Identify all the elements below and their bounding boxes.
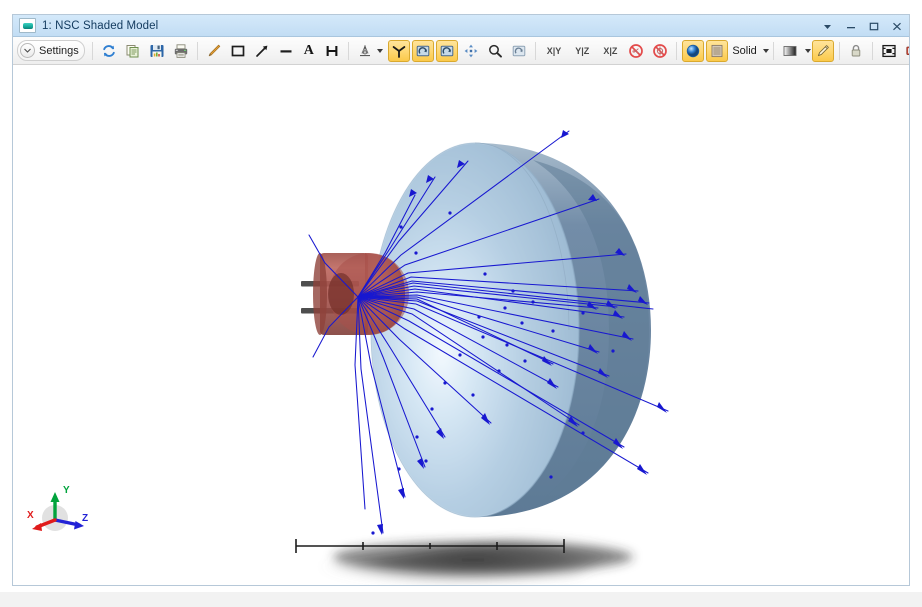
settings-button[interactable]: Settings (17, 40, 85, 61)
shaded-box-button[interactable] (706, 39, 729, 62)
dropdown-arrow-icon[interactable] (821, 19, 834, 33)
hide-rays-button[interactable] (625, 40, 647, 62)
shaded-sphere-button[interactable] (682, 39, 705, 62)
line-icon (280, 49, 292, 52)
screenshot-icon (906, 46, 909, 55)
reset-view-icon (512, 45, 526, 56)
refresh-icon (103, 44, 115, 57)
toolbar-separator (871, 41, 873, 60)
axis-label-z: Z (82, 513, 88, 524)
view-xy-label: X|Y (546, 45, 562, 56)
viewport-icon (19, 18, 36, 33)
print-icon (174, 43, 187, 58)
nsc-shaded-model-window: 1: NSC Shaded Model Settings A X|Y Y|Z X… (12, 14, 910, 586)
toolbar-separator (676, 41, 678, 60)
screenshot-button[interactable] (902, 40, 909, 62)
dimension-icon (326, 45, 338, 56)
pan-icon (464, 44, 478, 57)
solid-dropdown-label[interactable]: Solid (729, 45, 759, 57)
rotate-3d-icon (392, 45, 406, 58)
ground-shadow (313, 535, 633, 585)
text-button[interactable]: A (299, 40, 319, 62)
arrow-icon (255, 45, 268, 57)
minimize-button[interactable] (844, 19, 857, 33)
toolbar-separator (838, 41, 840, 60)
annotation-dropdown-icon (359, 44, 370, 56)
main-toolbar: Settings A X|Y Y|Z X|Z Solid (13, 37, 909, 65)
annotation-caret-icon[interactable] (376, 48, 383, 53)
chevron-down-circle-icon (20, 43, 35, 58)
pencil-button[interactable] (203, 40, 225, 62)
window-controls (821, 15, 903, 37)
highlight-tool-button[interactable] (811, 39, 834, 62)
rotate-3d-button[interactable] (387, 39, 410, 62)
print-button[interactable] (170, 40, 192, 62)
axis-triad: Y Z X (27, 485, 88, 531)
gradient-icon (783, 45, 797, 56)
rectangle-button[interactable] (227, 40, 249, 62)
rotate-view-alt-icon (440, 45, 454, 56)
reset-view-button[interactable] (508, 40, 530, 62)
gradient-caret-icon[interactable] (804, 48, 811, 53)
zoom-icon (488, 44, 502, 58)
lock-icon (851, 44, 861, 56)
zoom-button[interactable] (484, 40, 506, 62)
axis-label-x: X (27, 510, 34, 521)
pencil-icon (208, 44, 220, 56)
save-button[interactable] (146, 40, 168, 62)
shaded-box-icon (711, 44, 723, 57)
copy-icon (126, 44, 139, 57)
rotate-view-alt-button[interactable] (435, 39, 458, 62)
text-tool-label: A (303, 42, 314, 58)
scene-svg: Y Z X (27, 130, 669, 585)
rectangle-icon (231, 45, 245, 56)
toolbar-separator (347, 41, 349, 60)
toolbar-separator (772, 41, 774, 60)
lock-button[interactable] (845, 40, 867, 62)
settings-label: Settings (39, 44, 79, 57)
highlight-tool-icon (817, 44, 829, 56)
copy-button[interactable] (122, 40, 144, 62)
view-xz-button[interactable]: X|Z (597, 40, 623, 62)
hide-all-rays-button[interactable] (649, 40, 671, 62)
hide-rays-icon (629, 43, 644, 58)
shaded-model-viewport[interactable]: Y Z X 20 mm (13, 65, 909, 585)
refresh-button[interactable] (98, 40, 120, 62)
view-xy-button[interactable]: X|Y (541, 40, 568, 62)
arrow-button[interactable] (251, 40, 273, 62)
view-yz-label: Y|Z (575, 45, 590, 56)
dimension-button[interactable] (321, 40, 343, 62)
toolbar-separator (91, 41, 93, 60)
view-yz-button[interactable]: Y|Z (569, 40, 595, 62)
hide-all-rays-icon (653, 43, 668, 58)
window-titlebar: 1: NSC Shaded Model (13, 15, 909, 37)
toolbar-separator (196, 41, 198, 60)
view-xz-label: X|Z (603, 45, 618, 56)
shaded-sphere-icon (687, 44, 700, 57)
window-title: 1: NSC Shaded Model (42, 19, 159, 32)
close-button[interactable] (890, 19, 903, 33)
gradient-button[interactable] (779, 40, 801, 62)
annotation-button[interactable] (354, 40, 376, 62)
toolbar-separator (534, 41, 536, 60)
axis-label-y: Y (63, 485, 70, 496)
line-button[interactable] (275, 40, 297, 62)
rotate-view-button[interactable] (411, 39, 434, 62)
pan-button[interactable] (460, 40, 482, 62)
solid-caret-icon[interactable] (762, 48, 769, 53)
rotate-view-icon (416, 45, 430, 56)
fit-window-icon (882, 44, 896, 57)
fit-window-button[interactable] (878, 40, 900, 62)
maximize-button[interactable] (867, 19, 880, 33)
save-icon (150, 44, 164, 57)
